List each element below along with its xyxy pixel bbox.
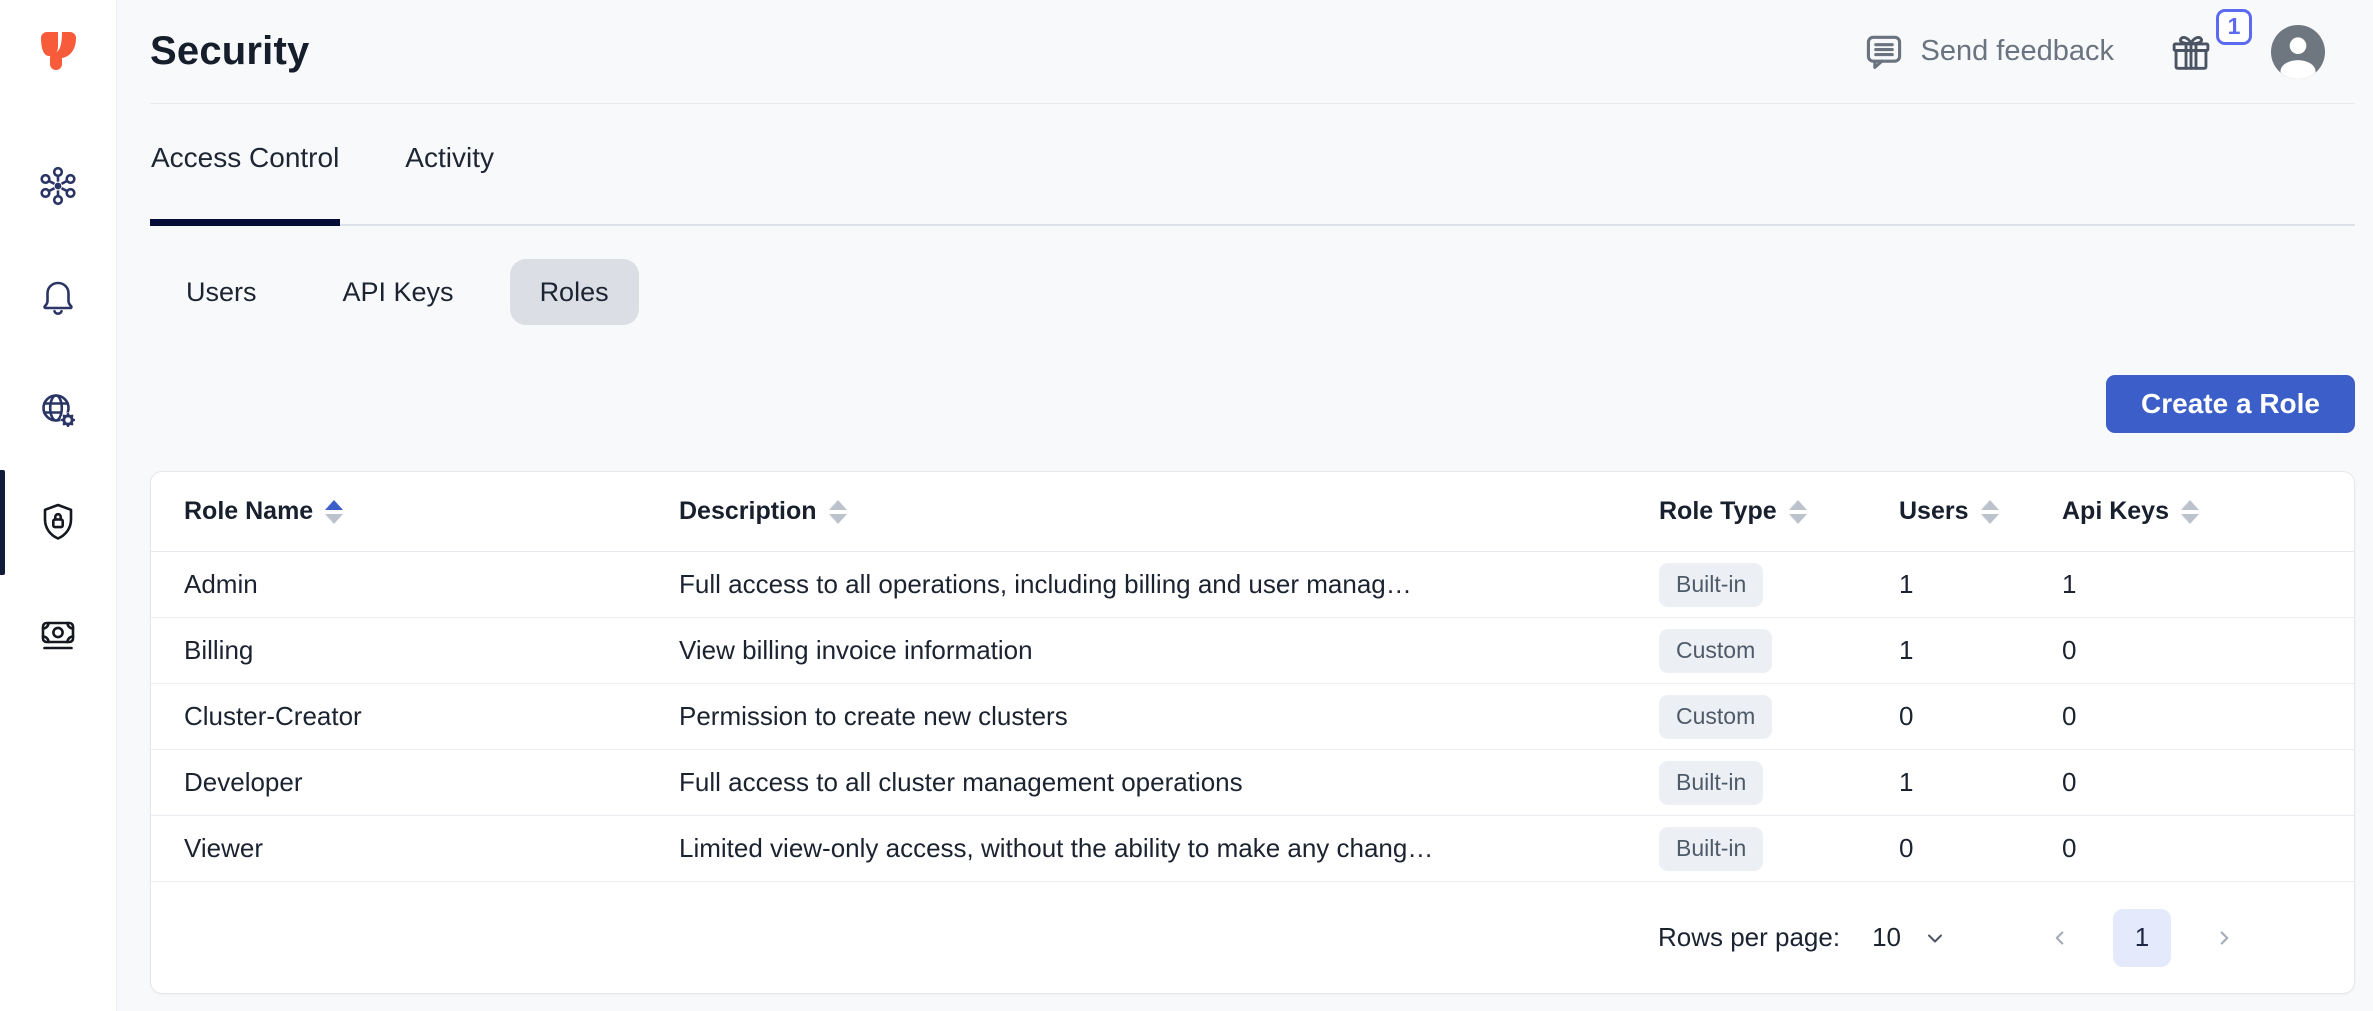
cell-description: Full access to all cluster management op… — [679, 767, 1659, 798]
sidebar — [0, 0, 117, 1011]
sort-icon — [2181, 500, 2199, 524]
role-type-badge: Built-in — [1659, 563, 1763, 607]
table-row[interactable]: Cluster-CreatorPermission to create new … — [151, 684, 2354, 750]
column-header-role-name[interactable]: Role Name — [184, 497, 679, 526]
cell-api-keys: 0 — [2062, 701, 2354, 732]
cell-description: View billing invoice information — [679, 635, 1659, 666]
network-nodes-icon — [34, 162, 82, 210]
role-type-badge: Built-in — [1659, 827, 1763, 871]
next-page-button[interactable] — [2207, 921, 2241, 955]
rows-per-page-label: Rows per page: — [1658, 922, 1840, 953]
cell-role-name: Billing — [184, 635, 679, 666]
actions-row: Create a Role — [150, 375, 2355, 433]
bell-icon — [34, 274, 82, 322]
feedback-icon — [1862, 30, 1906, 74]
cell-role-type: Built-in — [1659, 827, 1899, 871]
table-row[interactable]: AdminFull access to all operations, incl… — [151, 552, 2354, 618]
sidebar-item-alerts[interactable] — [34, 274, 82, 322]
cell-role-type: Built-in — [1659, 761, 1899, 805]
previous-page-button[interactable] — [2043, 921, 2077, 955]
subtab-users[interactable]: Users — [156, 259, 287, 325]
banknote-icon — [34, 610, 82, 658]
sidebar-item-network[interactable] — [34, 386, 82, 434]
role-type-badge: Built-in — [1659, 761, 1763, 805]
cell-role-type: Built-in — [1659, 563, 1899, 607]
topbar: Security Send feedback — [150, 0, 2355, 104]
send-feedback-button[interactable]: Send feedback — [1862, 30, 2114, 74]
yugabyte-logo[interactable] — [32, 24, 84, 76]
cell-role-type: Custom — [1659, 629, 1899, 673]
table-row[interactable]: BillingView billing invoice informationC… — [151, 618, 2354, 684]
column-header-description[interactable]: Description — [679, 497, 1659, 526]
table-header: Role Name Description Role Type Users Ap… — [151, 472, 2354, 552]
app-root: Security Send feedback — [0, 0, 2373, 1011]
rows-per-page-value: 10 — [1872, 922, 1901, 953]
rows-per-page-select[interactable]: 10 — [1872, 922, 1947, 953]
cell-api-keys: 1 — [2062, 569, 2354, 600]
subtab-bar: Users API Keys Roles — [156, 259, 2355, 325]
cell-description: Full access to all operations, including… — [679, 569, 1659, 600]
page-title: Security — [150, 29, 1862, 74]
cell-users: 1 — [1899, 635, 2062, 666]
active-nav-indicator — [0, 470, 5, 575]
roles-table-card: Role Name Description Role Type Users Ap… — [150, 471, 2355, 994]
column-header-api-keys[interactable]: Api Keys — [2062, 497, 2354, 526]
sidebar-item-security[interactable] — [34, 498, 82, 546]
table-row[interactable]: DeveloperFull access to all cluster mana… — [151, 750, 2354, 816]
gift-icon — [2168, 29, 2214, 75]
cell-users: 1 — [1899, 767, 2062, 798]
cell-role-type: Custom — [1659, 695, 1899, 739]
sort-icon — [829, 500, 847, 524]
cell-role-name: Cluster-Creator — [184, 701, 679, 732]
role-type-badge: Custom — [1659, 695, 1772, 739]
create-role-button[interactable]: Create a Role — [2106, 375, 2355, 433]
cell-users: 0 — [1899, 701, 2062, 732]
cell-role-name: Developer — [184, 767, 679, 798]
cell-description: Limited view-only access, without the ab… — [679, 833, 1659, 864]
chevron-down-icon — [1923, 926, 1947, 950]
column-header-role-type[interactable]: Role Type — [1659, 497, 1899, 526]
sidebar-item-clusters[interactable] — [34, 162, 82, 210]
sidebar-item-billing[interactable] — [34, 610, 82, 658]
current-page-button[interactable]: 1 — [2113, 909, 2171, 967]
subtab-roles[interactable]: Roles — [510, 259, 639, 325]
subtab-api-keys[interactable]: API Keys — [313, 259, 484, 325]
globe-gear-icon — [34, 386, 82, 434]
send-feedback-label: Send feedback — [1921, 35, 2114, 68]
shield-lock-icon — [34, 498, 82, 546]
chevron-left-icon — [2049, 927, 2071, 949]
table-row[interactable]: ViewerLimited view-only access, without … — [151, 816, 2354, 882]
cell-users: 1 — [1899, 569, 2062, 600]
avatar[interactable] — [2271, 25, 2325, 79]
chevron-right-icon — [2213, 927, 2235, 949]
cell-api-keys: 0 — [2062, 635, 2354, 666]
cell-role-name: Viewer — [184, 833, 679, 864]
cell-api-keys: 0 — [2062, 833, 2354, 864]
column-header-users[interactable]: Users — [1899, 497, 2062, 526]
sort-icon — [325, 500, 343, 524]
table-body: AdminFull access to all operations, incl… — [151, 552, 2354, 882]
cell-role-name: Admin — [184, 569, 679, 600]
brand-logo-icon — [32, 24, 84, 76]
main-content: Security Send feedback — [117, 0, 2373, 1011]
sidebar-nav — [34, 162, 82, 658]
cell-users: 0 — [1899, 833, 2062, 864]
gift-badge: 1 — [2216, 9, 2252, 45]
topbar-actions: Send feedback 1 — [1862, 25, 2325, 79]
sort-icon — [1981, 500, 1999, 524]
tab-activity[interactable]: Activity — [404, 142, 495, 224]
user-silhouette-icon — [2271, 25, 2325, 79]
tab-bar: Access Control Activity — [150, 104, 2355, 226]
cell-api-keys: 0 — [2062, 767, 2354, 798]
tab-access-control[interactable]: Access Control — [150, 142, 340, 224]
cell-description: Permission to create new clusters — [679, 701, 1659, 732]
sort-icon — [1789, 500, 1807, 524]
pagination: Rows per page: 10 1 — [151, 882, 2354, 993]
gift-button[interactable]: 1 — [2168, 29, 2214, 75]
role-type-badge: Custom — [1659, 629, 1772, 673]
